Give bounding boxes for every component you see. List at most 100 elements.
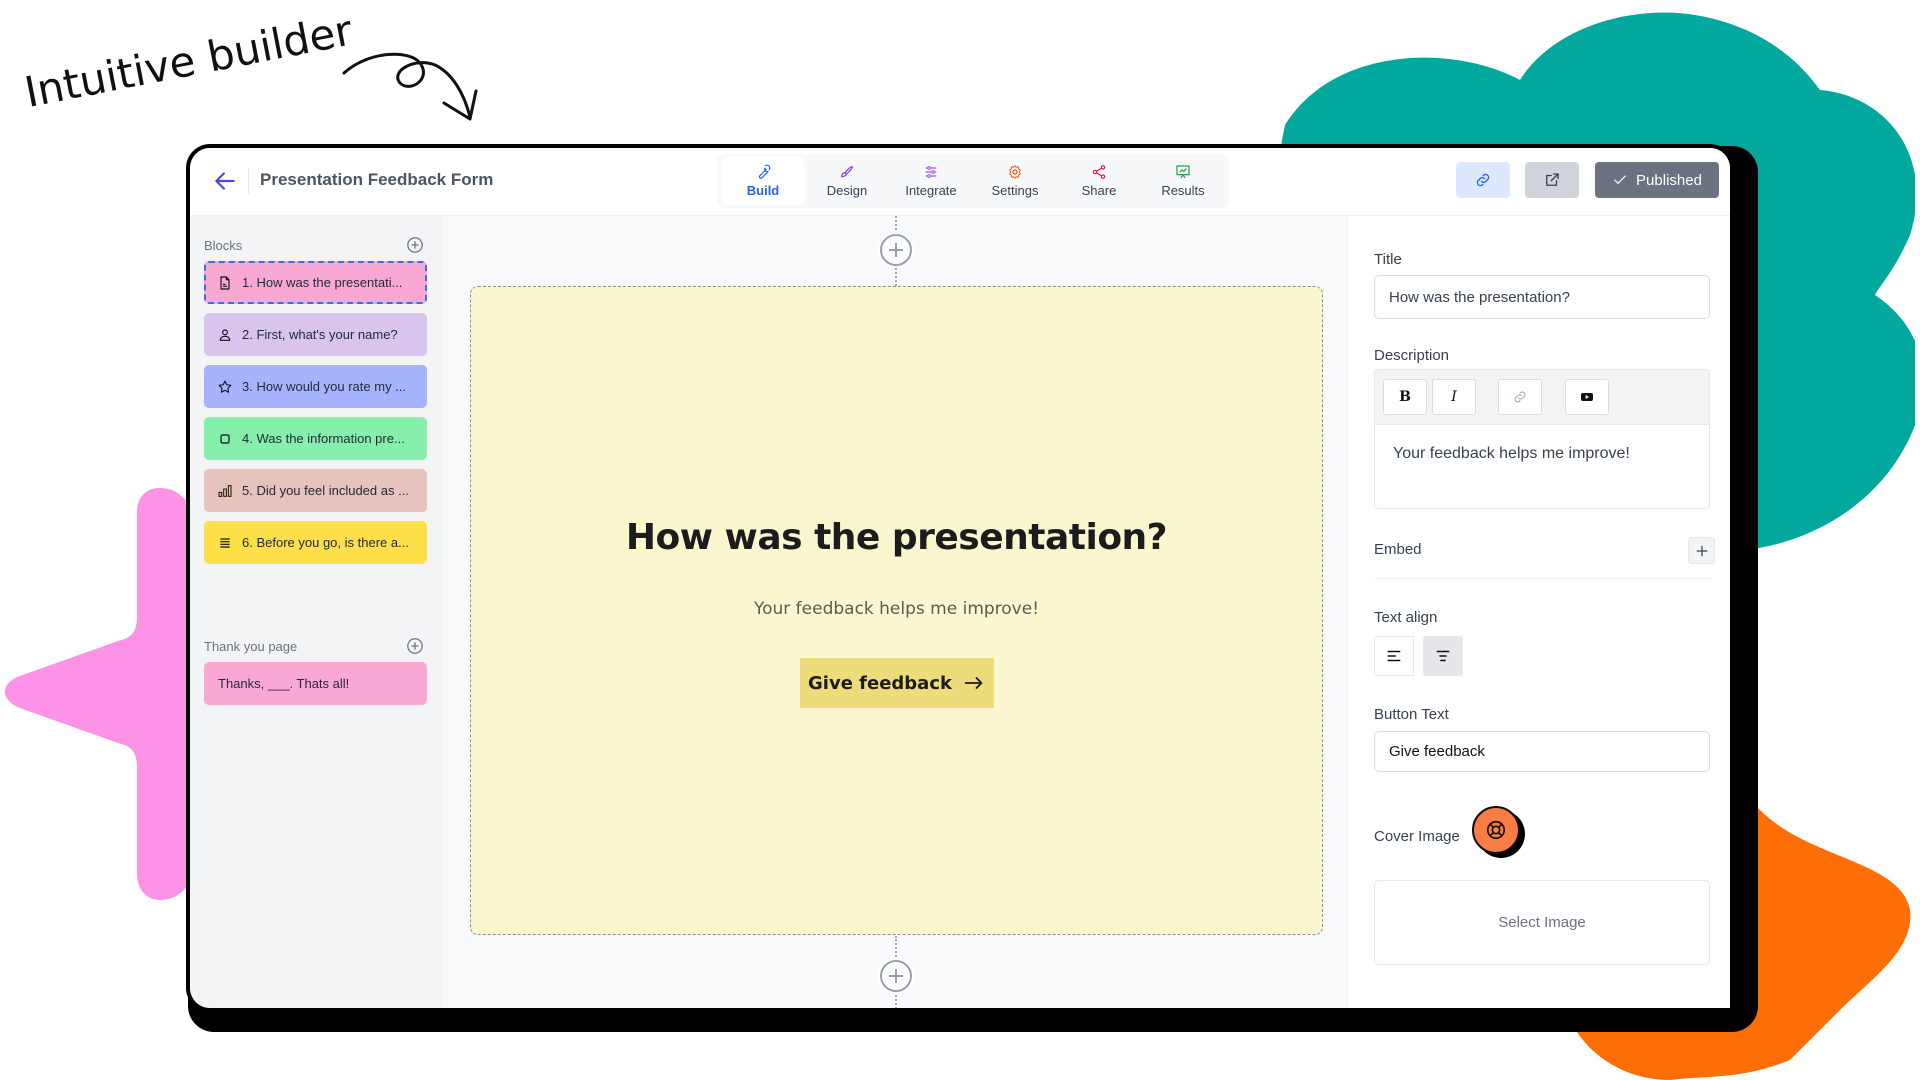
tab-integrate[interactable]: Integrate [889, 157, 973, 205]
italic-button[interactable]: I [1432, 379, 1476, 415]
back-button[interactable] [212, 168, 238, 194]
block-label: 5. Did you feel included as ... [242, 483, 409, 498]
tab-results[interactable]: Results [1141, 157, 1225, 205]
title-input[interactable]: How was the presentation? [1374, 275, 1710, 319]
link-icon [1476, 173, 1490, 187]
tab-settings[interactable]: Settings [973, 157, 1057, 205]
align-left-icon [1387, 650, 1401, 662]
tab-results-label: Results [1161, 183, 1205, 198]
arrow-left-icon [215, 172, 235, 190]
brush-icon [841, 166, 853, 178]
divider [1374, 578, 1710, 579]
top-bar: Presentation Feedback Form Build Design … [190, 148, 1730, 216]
block-label: 4. Was the information pre... [242, 431, 405, 446]
block-label: 6. Before you go, is there a... [242, 535, 409, 550]
select-image-dropzone[interactable]: Select Image [1374, 880, 1710, 965]
description-input[interactable]: Your feedback helps me improve! [1375, 425, 1709, 508]
external-link-icon [1546, 173, 1559, 186]
align-center-button[interactable] [1423, 636, 1463, 676]
question-description: Your feedback helps me improve! [753, 599, 1040, 619]
user-icon [219, 328, 231, 341]
thank-you-block-label: Thanks, ___. Thats all! [218, 676, 350, 691]
add-embed-button[interactable] [1688, 537, 1715, 564]
add-block-below-button[interactable] [878, 958, 914, 994]
arrow-right-icon [964, 677, 983, 689]
thank-you-heading: Thank you page [204, 639, 298, 654]
curly-arrow-icon [342, 52, 478, 121]
sliders-icon [925, 166, 937, 178]
cover-image-label: Cover Image [1374, 828, 1460, 845]
wrench-icon [758, 164, 771, 179]
block-item[interactable]: 4. Was the information pre... [204, 417, 427, 460]
format-toolbar: B I [1375, 370, 1709, 425]
published-label: Published [1636, 171, 1702, 189]
cta-label: Give feedback [808, 672, 952, 694]
plus-circle-icon [880, 960, 912, 992]
tagline: Intuitive builder [20, 5, 357, 117]
align-left-button[interactable] [1374, 636, 1414, 676]
add-block-icon[interactable] [406, 236, 424, 254]
lifebuoy-icon [1486, 820, 1506, 840]
text-align-label: Text align [1374, 609, 1438, 626]
published-button[interactable]: Published [1595, 162, 1719, 198]
align-center-icon [1436, 650, 1450, 662]
give-feedback-button[interactable]: Give feedback [800, 658, 994, 708]
plus-icon [1696, 545, 1707, 556]
open-form-button[interactable] [1525, 162, 1579, 198]
description-label: Description [1374, 347, 1450, 364]
title-label: Title [1374, 251, 1402, 268]
insert-link-button[interactable] [1498, 379, 1542, 415]
plus-circle-icon [880, 234, 912, 266]
share-icon [1092, 165, 1106, 179]
block-label: 3. How would you rate my ... [242, 379, 407, 394]
gear-icon [1009, 165, 1021, 179]
blocks-sidebar: Blocks 1. How was the presentati... 2. F… [190, 216, 443, 1008]
button-text-label: Button Text [1374, 706, 1449, 723]
text-lines-icon [220, 537, 230, 548]
block-item[interactable]: 1. How was the presentati... [204, 261, 427, 304]
star-icon [218, 379, 232, 393]
header-divider [248, 168, 249, 194]
question-title: How was the presentation? [625, 517, 1168, 558]
tab-share-label: Share [1081, 183, 1117, 198]
properties-panel: Title How was the presentation? Descript… [1347, 216, 1730, 1008]
youtube-icon [1581, 393, 1593, 401]
description-editor: B I Your feedback helps me improve! [1374, 369, 1710, 509]
presentation-chart-icon [1176, 165, 1190, 179]
device-frame: Presentation Feedback Form Build Design … [186, 144, 1734, 1012]
add-block-above-button[interactable] [878, 232, 914, 268]
block-item[interactable]: 3. How would you rate my ... [204, 365, 427, 408]
block-label: 2. First, what's your name? [242, 327, 398, 342]
blocks-heading: Blocks [204, 238, 243, 253]
tab-share[interactable]: Share [1057, 157, 1141, 205]
block-item[interactable]: 6. Before you go, is there a... [204, 521, 427, 564]
form-title: Presentation Feedback Form [260, 170, 494, 189]
copy-link-button[interactable] [1456, 162, 1510, 198]
tab-design[interactable]: Design [805, 157, 889, 205]
block-item[interactable]: 2. First, what's your name? [204, 313, 427, 356]
bar-chart-icon [218, 484, 232, 497]
block-item[interactable]: 5. Did you feel included as ... [204, 469, 427, 512]
embed-label: Embed [1374, 541, 1422, 558]
link-icon [1514, 391, 1526, 403]
add-thank-you-icon[interactable] [406, 637, 424, 655]
tab-build-label: Build [746, 183, 780, 198]
app-screen: Presentation Feedback Form Build Design … [190, 148, 1730, 1008]
square-icon [220, 433, 230, 444]
insert-video-button[interactable] [1565, 379, 1609, 415]
select-image-label: Select Image [1498, 914, 1586, 931]
help-button[interactable] [1472, 806, 1520, 854]
thank-you-block[interactable]: Thanks, ___. Thats all! [204, 662, 427, 705]
builder-tabs: Build Design Integrate Settings Share Re… [717, 154, 1229, 208]
form-canvas: How was the presentation? Your feedback … [443, 216, 1347, 1008]
bold-button[interactable]: B [1383, 379, 1427, 415]
question-card[interactable]: How was the presentation? Your feedback … [470, 286, 1323, 935]
tab-integrate-label: Integrate [905, 183, 957, 198]
tab-design-label: Design [826, 183, 868, 198]
pink-star-decoration [5, 488, 200, 900]
tab-build[interactable]: Build [721, 157, 805, 205]
document-icon [220, 275, 230, 290]
button-text-input[interactable]: Give feedback [1374, 731, 1710, 772]
tab-settings-label: Settings [991, 183, 1039, 198]
check-icon [1614, 175, 1626, 184]
